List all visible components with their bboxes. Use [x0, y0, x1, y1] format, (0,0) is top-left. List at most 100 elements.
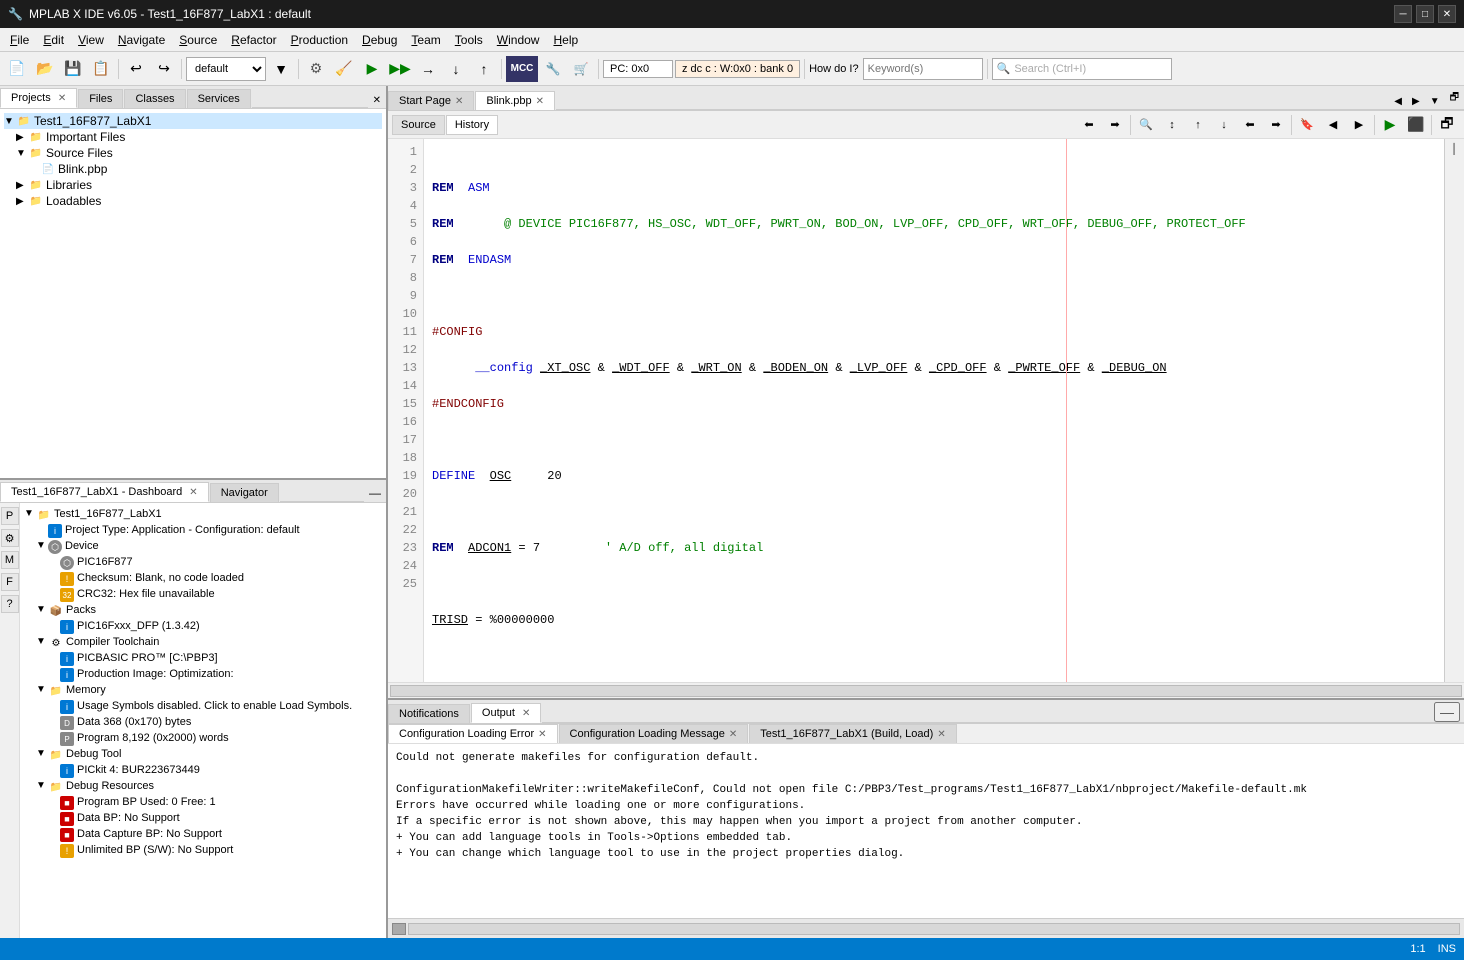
dash-pbp3[interactable]: i PICBASIC PRO™ [C:\PBP3]: [24, 651, 382, 667]
menu-view[interactable]: View: [72, 31, 110, 49]
left-panel-close[interactable]: ✕: [368, 93, 386, 108]
mcc-button[interactable]: MCC: [506, 56, 538, 82]
tab-dashboard[interactable]: Test1_16F877_LabX1 - Dashboard ✕: [0, 482, 209, 502]
debug-button[interactable]: ▶▶: [387, 56, 413, 82]
tree-item-blink[interactable]: 📄 Blink.pbp: [4, 161, 382, 177]
dash-data[interactable]: D Data 368 (0x170) bytes: [24, 715, 382, 731]
tab-projects[interactable]: Projects ✕: [0, 88, 77, 108]
undo-button[interactable]: ↩: [123, 56, 149, 82]
dash-packs[interactable]: ▼ 📦 Packs: [24, 603, 382, 619]
tool2-button[interactable]: 🔧: [540, 56, 566, 82]
nav-icon-4[interactable]: F: [1, 573, 19, 591]
startpage-close[interactable]: ✕: [455, 96, 463, 107]
menu-window[interactable]: Window: [491, 31, 546, 49]
projects-tab-close[interactable]: ✕: [58, 93, 66, 104]
config-dropdown-btn[interactable]: ▼: [268, 56, 294, 82]
output-close[interactable]: ✕: [522, 708, 530, 719]
run-button[interactable]: ▶: [359, 56, 385, 82]
editor-nav-left[interactable]: ◀: [1389, 94, 1407, 109]
dash-root[interactable]: ▼ 📁 Test1_16F877_LabX1: [24, 507, 382, 523]
nav-icon-2[interactable]: ⚙: [1, 529, 19, 547]
dash-program[interactable]: P Program 8,192 (0x2000) words: [24, 731, 382, 747]
editor-scroll-bottom[interactable]: [388, 682, 1464, 698]
tab-blinkpbp[interactable]: Blink.pbp ✕: [475, 91, 555, 110]
dash-prodimg[interactable]: i Production Image: Optimization:: [24, 667, 382, 683]
cart-button[interactable]: 🛒: [568, 56, 594, 82]
scroll-thumb-h[interactable]: [392, 923, 406, 935]
subtab-config-error[interactable]: Configuration Loading Error ✕: [388, 724, 558, 743]
subtab-config-error-close[interactable]: ✕: [538, 729, 546, 740]
editor-tb-11[interactable]: ▶: [1346, 112, 1372, 138]
dash-unlimitedbp[interactable]: ! Unlimited BP (S/W): No Support: [24, 843, 382, 859]
blinkpbp-close[interactable]: ✕: [536, 96, 544, 107]
tab-startpage[interactable]: Start Page ✕: [388, 91, 474, 110]
tab-files[interactable]: Files: [78, 89, 123, 108]
close-button[interactable]: ✕: [1438, 5, 1456, 23]
editor-nav-right[interactable]: ▶: [1407, 94, 1425, 109]
menu-production[interactable]: Production: [285, 31, 354, 49]
dash-memory-group[interactable]: ▼ 📁 Memory: [24, 683, 382, 699]
menu-navigate[interactable]: Navigate: [112, 31, 171, 49]
editor-tb-3[interactable]: 🔍: [1133, 112, 1159, 138]
subtab-config-msg-close[interactable]: ✕: [729, 729, 737, 740]
menu-edit[interactable]: Edit: [37, 31, 70, 49]
history-tab[interactable]: History: [446, 115, 498, 135]
editor-tb-9[interactable]: 🔖: [1294, 112, 1320, 138]
dash-debug-res[interactable]: ▼ 📁 Debug Resources: [24, 779, 382, 795]
menu-help[interactable]: Help: [547, 31, 584, 49]
editor-tabs-menu[interactable]: ▼: [1425, 94, 1445, 109]
search-box[interactable]: 🔍 Search (Ctrl+I): [992, 58, 1172, 80]
tree-item-source[interactable]: ▼ 📁 Source Files: [4, 145, 382, 161]
tree-item-root[interactable]: ▼ 📁 Test1_16F877_LabX1: [4, 113, 382, 129]
code-content[interactable]: REM ASM REM @ DEVICE PIC16F877, HS_OSC, …: [424, 139, 1444, 682]
dash-databp[interactable]: ■ Data BP: No Support: [24, 811, 382, 827]
dash-pickit4[interactable]: i PICkit 4: BUR223673449: [24, 763, 382, 779]
step-out-button[interactable]: ↑: [471, 56, 497, 82]
source-tab[interactable]: Source: [392, 115, 445, 135]
editor-maximize[interactable]: 🗗: [1434, 112, 1460, 138]
configuration-dropdown[interactable]: default: [186, 57, 266, 81]
editor-tb-stop[interactable]: ⬛: [1403, 112, 1429, 138]
step-in-button[interactable]: ↓: [443, 56, 469, 82]
editor-restore[interactable]: 🗗: [1445, 88, 1464, 109]
tree-item-libraries[interactable]: ▶ 📁 Libraries: [4, 177, 382, 193]
nav-icon-5[interactable]: ?: [1, 595, 19, 613]
tree-item-important[interactable]: ▶ 📁 Important Files: [4, 129, 382, 145]
dash-device-group[interactable]: ▼ ⬡ Device: [24, 539, 382, 555]
tab-services[interactable]: Services: [187, 89, 251, 108]
editor-tb-5[interactable]: ↑: [1185, 112, 1211, 138]
nav-icon-3[interactable]: M: [1, 551, 19, 569]
tree-item-loadables[interactable]: ▶ 📁 Loadables: [4, 193, 382, 209]
output-scrollbar-h[interactable]: [408, 923, 1460, 935]
dash-checksum[interactable]: ! Checksum: Blank, no code loaded: [24, 571, 382, 587]
editor-tb-2[interactable]: ➡: [1102, 112, 1128, 138]
step-over-button[interactable]: →: [415, 56, 441, 82]
menu-source[interactable]: Source: [173, 31, 223, 49]
editor-tb-8[interactable]: ➡: [1263, 112, 1289, 138]
dash-datacap[interactable]: ■ Data Capture BP: No Support: [24, 827, 382, 843]
tab-navigator[interactable]: Navigator: [210, 483, 279, 502]
maximize-button[interactable]: □: [1416, 5, 1434, 23]
subtab-config-msg[interactable]: Configuration Loading Message ✕: [559, 724, 749, 743]
dash-pack-version[interactable]: i PIC16Fxxx_DFP (1.3.42): [24, 619, 382, 635]
dashboard-tab-close[interactable]: ✕: [189, 487, 197, 498]
minimize-button[interactable]: ─: [1394, 5, 1412, 23]
editor-tb-1[interactable]: ⬅: [1076, 112, 1102, 138]
output-minimize[interactable]: —: [1434, 702, 1460, 722]
save-button[interactable]: 💾: [60, 56, 86, 82]
subtab-build[interactable]: Test1_16F877_LabX1 (Build, Load) ✕: [749, 724, 956, 743]
dash-compiler[interactable]: ▼ ⚙ Compiler Toolchain: [24, 635, 382, 651]
editor-tb-10[interactable]: ◀: [1320, 112, 1346, 138]
tab-output[interactable]: Output ✕: [471, 703, 541, 723]
subtab-build-close[interactable]: ✕: [937, 729, 945, 740]
dash-crc32[interactable]: 32 CRC32: Hex file unavailable: [24, 587, 382, 603]
tab-notifications[interactable]: Notifications: [388, 704, 470, 723]
editor-tb-7[interactable]: ⬅: [1237, 112, 1263, 138]
dash-usage[interactable]: i Usage Symbols disabled. Click to enabl…: [24, 699, 382, 715]
menu-refactor[interactable]: Refactor: [225, 31, 282, 49]
dash-pic16f877[interactable]: ⬡ PIC16F877: [24, 555, 382, 571]
tab-classes[interactable]: Classes: [124, 89, 185, 108]
menu-team[interactable]: Team: [405, 31, 446, 49]
editor-tb-6[interactable]: ↓: [1211, 112, 1237, 138]
nav-icon-1[interactable]: P: [1, 507, 19, 525]
